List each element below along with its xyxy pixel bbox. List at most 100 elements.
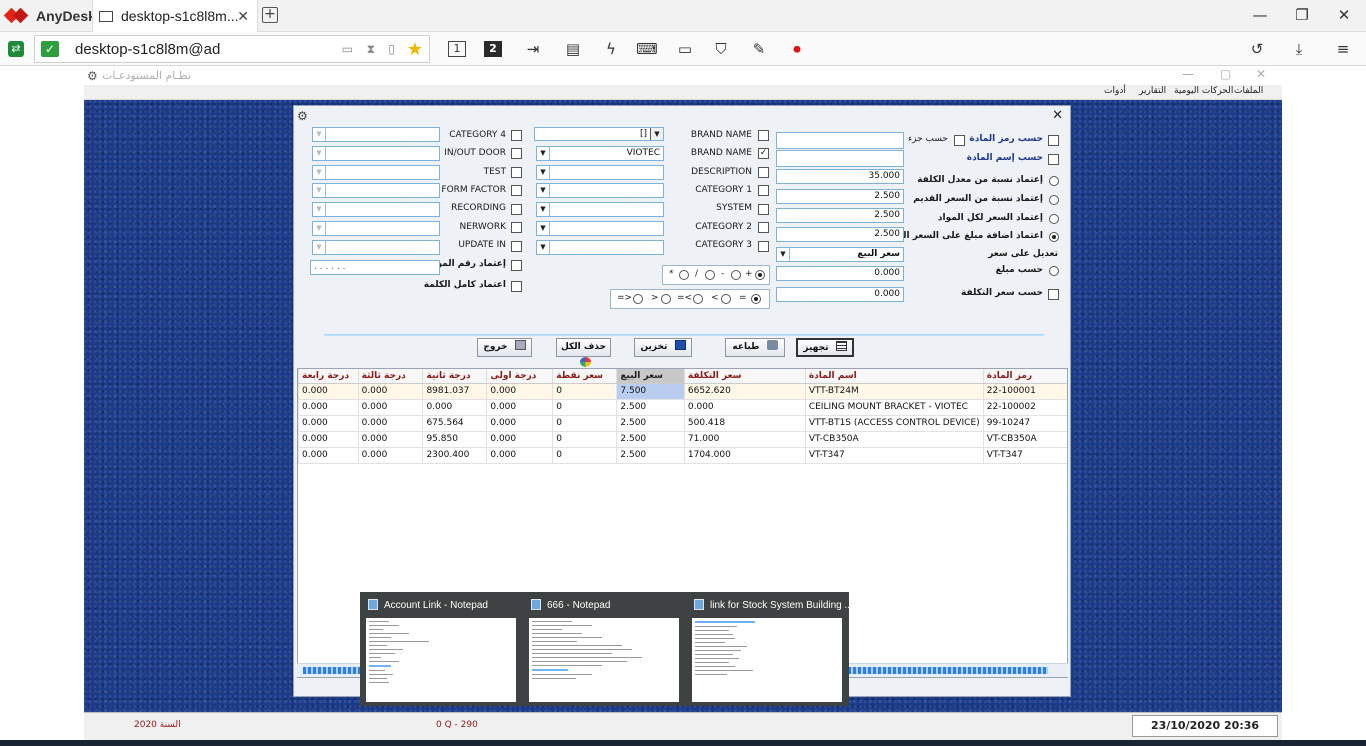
table-row[interactable]: 99-10247 VTT-BT1S (ACCESS CONTROL DEVICE… (298, 415, 1067, 432)
op-plus-radio[interactable] (755, 270, 765, 280)
cell[interactable]: VT-T347 (982, 447, 1067, 464)
op-lt-radio[interactable] (721, 294, 731, 304)
thumbnail-666[interactable]: 666 - Notepad (523, 592, 686, 706)
op-plus[interactable]: + (745, 269, 753, 279)
supplier-no-checkbox[interactable] (511, 260, 522, 271)
delete-all-button[interactable]: حذف الكل (556, 338, 611, 367)
value-input-1[interactable] (776, 132, 904, 149)
op-gt-radio[interactable] (661, 294, 671, 304)
test-checkbox[interactable] (511, 167, 522, 178)
col-grade-3[interactable]: درجة ثالثة (357, 369, 423, 384)
save-button[interactable]: تخزين (634, 338, 692, 357)
brand-name-select[interactable]: ▼ [] (534, 127, 664, 141)
chevron-down-icon[interactable]: ▼ (313, 203, 326, 216)
brand-name-checkbox[interactable] (758, 130, 769, 141)
description-checkbox[interactable] (758, 167, 769, 178)
by-item-name-checkbox[interactable] (1048, 154, 1059, 165)
minimize-icon[interactable]: — (1250, 6, 1270, 24)
recording-select[interactable]: ▼ (312, 202, 440, 217)
favorite-star-icon[interactable]: ★ (407, 39, 423, 60)
cell[interactable]: 0.000 (298, 383, 359, 400)
menu-files[interactable]: الملفات (1234, 86, 1263, 96)
close-tab-icon[interactable]: ✕ (237, 8, 249, 25)
monitor-2-button[interactable]: 2 (484, 41, 502, 57)
op-divide-radio[interactable] (705, 270, 715, 280)
cell[interactable]: 71.000 (683, 431, 806, 448)
op-multiply-radio[interactable] (679, 270, 689, 280)
chevron-down-icon[interactable]: ▼ (537, 184, 550, 197)
cell[interactable]: VT-T347 (804, 447, 984, 464)
cell[interactable]: 0.000 (357, 383, 423, 400)
cell-current[interactable]: 7.500 (616, 383, 685, 400)
supplier-no-input[interactable]: . . . . . . (310, 260, 440, 275)
category-1-select[interactable]: ▼ (536, 183, 664, 198)
form-factor-select[interactable]: ▼ (312, 183, 440, 198)
cell[interactable]: 0 (552, 447, 617, 464)
old-price-ratio-radio[interactable] (1049, 195, 1059, 205)
category-2-checkbox[interactable] (758, 222, 769, 233)
menu-reports[interactable]: التقارير (1139, 86, 1166, 96)
cell[interactable]: VT-CB350A (982, 431, 1067, 448)
cell[interactable]: 0.000 (357, 447, 423, 464)
chevron-down-icon[interactable]: ▼ (313, 128, 326, 141)
chat-icon[interactable]: ▤ (562, 38, 584, 60)
prepare-button[interactable]: تجهيز (796, 338, 854, 357)
cell[interactable]: 2300.400 (422, 447, 487, 464)
cell[interactable]: 0.000 (298, 431, 359, 448)
whole-word-checkbox[interactable] (511, 281, 522, 292)
cell[interactable]: 2.500 (616, 399, 685, 416)
close-window-icon[interactable]: ✕ (1334, 6, 1354, 24)
connection-status-icon[interactable]: ⇄ (8, 41, 24, 57)
cell[interactable]: 0.000 (486, 383, 553, 400)
cell[interactable]: 95.850 (422, 431, 487, 448)
hourglass-icon[interactable]: ⧗ (367, 42, 375, 57)
chevron-down-icon[interactable]: ▼ (313, 147, 326, 160)
chevron-down-icon[interactable]: ▼ (313, 184, 326, 197)
print-button[interactable]: طباعه (725, 338, 785, 357)
cell[interactable]: 2.500 (616, 431, 685, 448)
cell[interactable]: 99-10247 (982, 415, 1067, 432)
new-tab-button[interactable]: + (262, 7, 278, 23)
no-display-icon[interactable]: ▭ (342, 42, 353, 56)
network-select[interactable]: ▼ (312, 221, 440, 236)
cell[interactable]: 0.000 (422, 399, 487, 416)
table-row[interactable]: 22-100001 VTT-BT24M 6652.620 7.500 0 0.0… (298, 383, 1067, 400)
col-grade-1[interactable]: درجة اولى (486, 369, 553, 384)
actions-lightning-icon[interactable]: ϟ (600, 38, 622, 60)
chevron-down-icon[interactable]: ▼ (313, 241, 326, 254)
cell[interactable]: 0.000 (683, 399, 806, 416)
category-4-checkbox[interactable] (511, 130, 522, 141)
menu-icon[interactable]: ≡ (1332, 38, 1354, 60)
update-in-checkbox[interactable] (511, 241, 522, 252)
category-2-select[interactable]: ▼ (536, 221, 664, 236)
by-cost-price-checkbox[interactable] (1048, 289, 1059, 300)
price-all-radio[interactable] (1049, 214, 1059, 224)
cell[interactable]: 0.000 (298, 399, 359, 416)
value-input-8[interactable]: 0.000 (776, 287, 904, 302)
cell[interactable]: 2.500 (616, 415, 685, 432)
cell[interactable]: 0.000 (298, 415, 359, 432)
op-minus[interactable]: - (721, 269, 724, 279)
in-out-door-select[interactable]: ▼ (312, 146, 440, 161)
whiteboard-pen-icon[interactable]: ✎ (748, 38, 770, 60)
cell[interactable]: 0.000 (486, 399, 553, 416)
cell[interactable]: 675.564 (422, 415, 487, 432)
cell[interactable]: 0 (552, 383, 617, 400)
value-input-3[interactable]: 35.000 (776, 169, 904, 184)
op-eq[interactable]: = (739, 293, 747, 303)
display-icon[interactable]: ▭ (674, 38, 696, 60)
value-input-4[interactable]: 2.500 (776, 189, 904, 204)
chevron-down-icon[interactable]: ▼ (650, 128, 663, 140)
value-input-2[interactable] (776, 150, 904, 167)
table-row[interactable]: VT-CB350A VT-CB350A 71.000 2.500 0 0.000… (298, 431, 1067, 448)
op-gt[interactable]: > (651, 293, 659, 303)
value-input-6[interactable]: 2.500 (776, 227, 904, 242)
cell[interactable]: 22-100002 (982, 399, 1067, 416)
address-text[interactable]: desktop-s1c8l8m@ad (75, 41, 220, 58)
cell[interactable]: 1704.000 (683, 447, 806, 464)
col-cost-price[interactable]: سعر التكلفة (683, 369, 806, 384)
history-icon[interactable]: ↺ (1246, 38, 1268, 60)
update-in-select[interactable]: ▼ (312, 240, 440, 255)
by-item-code-checkbox[interactable] (1048, 135, 1059, 146)
col-item-code[interactable]: رمز المادة (982, 369, 1067, 384)
